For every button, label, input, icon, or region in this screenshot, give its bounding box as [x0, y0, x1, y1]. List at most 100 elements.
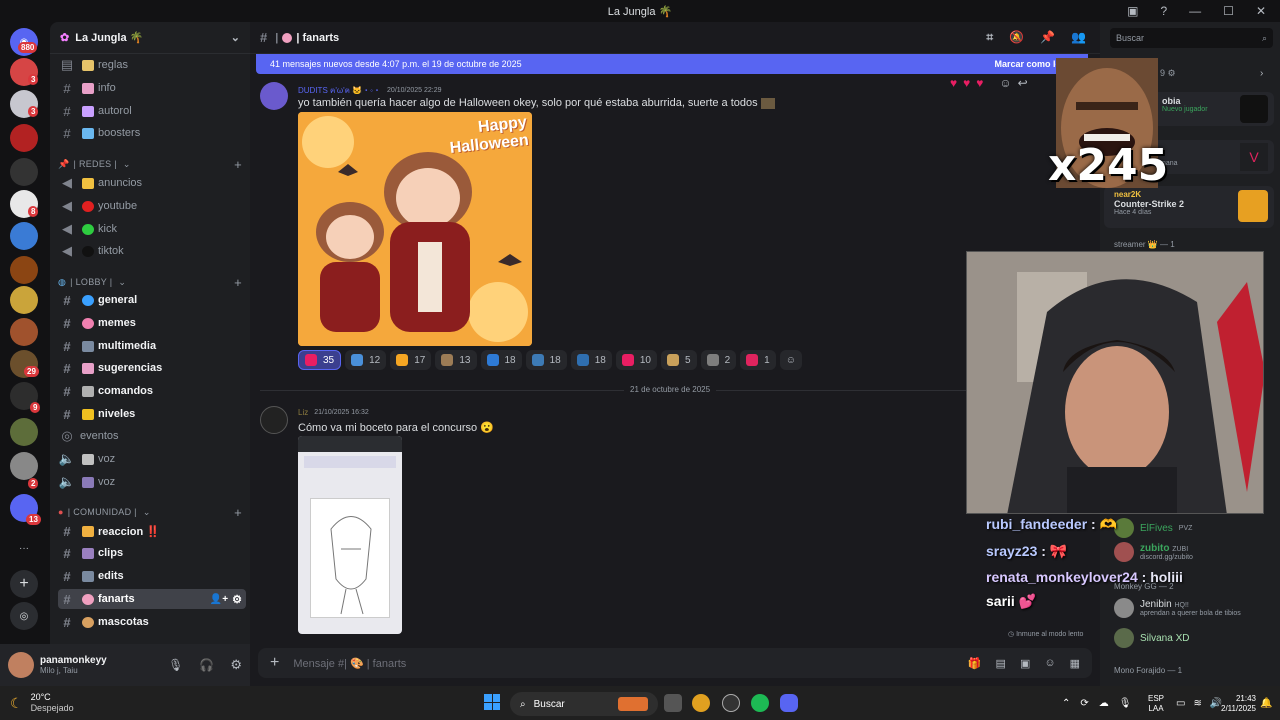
tray-app-icon[interactable]: ☁ [1099, 698, 1109, 709]
chevron-down-icon[interactable]: ⌄ [231, 31, 240, 44]
heart-icon[interactable]: ♥ [963, 76, 970, 90]
category-lobby[interactable]: ◍ | LOBBY | ⌄ + [58, 274, 246, 290]
server-icon[interactable] [10, 452, 38, 480]
channel-kick[interactable]: ◀ kick [58, 219, 246, 239]
server-icon[interactable] [10, 222, 38, 250]
reaction-chip[interactable]: 10 [615, 350, 657, 370]
minimize-button[interactable]: — [1189, 4, 1201, 18]
channel-youtube[interactable]: ◀ youtube [58, 196, 246, 216]
channel-mascotas[interactable]: # mascotas [58, 612, 246, 632]
inbox-icon[interactable]: ▣ [1127, 4, 1138, 18]
voice-channel-2[interactable]: 🔈 voz [58, 472, 246, 492]
channel-fanarts[interactable]: # fanarts 👤+ ⚙ [58, 589, 246, 609]
chevron-right-icon[interactable]: › [1260, 68, 1263, 79]
server-icon[interactable] [10, 286, 38, 314]
add-channel-icon[interactable]: + [234, 505, 242, 520]
reaction-chip[interactable]: 18 [480, 350, 522, 370]
heart-icon[interactable]: ♥ [976, 76, 983, 90]
fanart-image[interactable]: Happy Halloween [298, 112, 532, 346]
channel-memes[interactable]: # memes [58, 313, 246, 333]
attach-plus-icon[interactable]: + [270, 654, 279, 672]
add-reaction-icon[interactable]: ☺ [999, 76, 1011, 90]
add-reaction-icon[interactable]: ☺ [779, 350, 802, 370]
add-channel-icon[interactable]: + [234, 157, 242, 172]
reaction-chip[interactable]: 35 [298, 350, 342, 370]
spotify-icon[interactable] [751, 694, 769, 712]
reaction-chip[interactable]: 12 [345, 350, 387, 370]
category-redes[interactable]: 📌 | REDES | ⌄ + [58, 156, 246, 172]
composer-placeholder[interactable]: Mensaje #| 🎨 | fanarts [293, 657, 406, 670]
reaction-chip[interactable]: 18 [525, 350, 567, 370]
channel-edits[interactable]: # edits [58, 566, 246, 586]
channel-clips[interactable]: # clips [58, 543, 246, 563]
bell-mute-icon[interactable]: 🔕 [1009, 30, 1024, 45]
message-composer[interactable]: + Mensaje #| 🎨 | fanarts 🎁 ▤ ▣ ☺ ▦ [258, 648, 1092, 678]
invite-icon[interactable]: 👤+ [210, 594, 228, 605]
channel-comandos[interactable]: # comandos [58, 381, 246, 401]
member-item[interactable]: ElFives PVZ [1114, 518, 1192, 538]
gif-icon[interactable]: ▤ [996, 657, 1006, 670]
reaction-chip[interactable]: 13 [435, 350, 477, 370]
weather-moon-icon[interactable]: ☾ [10, 695, 23, 712]
channel-multimedia[interactable]: # multimedia [58, 336, 246, 356]
channel-boosters[interactable]: # boosters [58, 123, 246, 143]
heart-icon[interactable]: ♥ [950, 76, 957, 90]
settings-gear-icon[interactable]: ⚙ [230, 657, 242, 673]
server-icon[interactable] [10, 124, 38, 152]
avatar[interactable] [260, 82, 288, 110]
activity-card[interactable]: near2K Counter-Strike 2 Hace 4 días [1104, 186, 1274, 228]
voice-channel-1[interactable]: 🔈 voz [58, 449, 246, 469]
category-comunidad[interactable]: ● | COMUNIDAD | ⌄ + [58, 504, 246, 520]
tray-chevron-icon[interactable]: ⌃ [1062, 698, 1070, 709]
message-author[interactable]: Liz [298, 408, 308, 417]
pin-icon[interactable]: 📌 [1040, 30, 1055, 45]
channel-info[interactable]: # info [58, 78, 246, 98]
avatar[interactable] [8, 652, 34, 678]
member-list-icon[interactable]: 👥 [1071, 30, 1086, 45]
headphones-icon[interactable]: 🎧 [199, 658, 214, 672]
more-icon[interactable]: ··· [10, 534, 38, 562]
channel-general[interactable]: # general [58, 290, 246, 310]
close-button[interactable]: ✕ [1256, 4, 1266, 18]
sticker-icon[interactable]: ▣ [1020, 657, 1030, 670]
help-icon[interactable]: ? [1160, 4, 1167, 18]
file-explorer-icon[interactable] [664, 694, 682, 712]
discover-icon[interactable]: ◎ [10, 602, 38, 630]
message-author[interactable]: DUDITS ฅ'ω'ฅ 🐱・◦・ [298, 84, 381, 97]
emoji-picker-icon[interactable]: ☺ [1044, 657, 1055, 670]
discord-icon[interactable] [780, 694, 798, 712]
add-server-icon[interactable]: + [10, 570, 38, 598]
obs-icon[interactable] [722, 694, 740, 712]
reaction-chip[interactable]: 18 [570, 350, 612, 370]
server-icon[interactable] [10, 256, 38, 284]
start-button[interactable] [484, 694, 500, 710]
guild-header[interactable]: ✿ La Jungla 🌴 ⌄ [50, 22, 250, 54]
chrome-icon[interactable] [692, 694, 710, 712]
apps-icon[interactable]: ▦ [1070, 657, 1080, 670]
channel-reaccion[interactable]: # reaccion ‼️ [58, 521, 246, 541]
member-item[interactable]: zubito ZUBI discord.gg/zubito [1114, 542, 1193, 562]
tray-status[interactable]: ▭ ≋ 🔊 [1176, 698, 1222, 709]
new-messages-bar[interactable]: 41 mensajes nuevos desde 4:07 p.m. el 19… [256, 54, 1088, 74]
reaction-chip[interactable]: 5 [661, 350, 697, 370]
add-channel-icon[interactable]: + [234, 275, 242, 290]
channel-reglas[interactable]: ▤ reglas [58, 55, 246, 75]
reply-icon[interactable]: ↩ [1018, 76, 1028, 90]
channel-anuncios[interactable]: ◀ anuncios [58, 173, 246, 193]
gift-icon[interactable]: 🎁 [968, 657, 982, 670]
server-icon[interactable] [10, 158, 38, 186]
reaction-chip[interactable]: 17 [390, 350, 432, 370]
clock[interactable]: 21:43 2/11/2025 [1220, 694, 1256, 714]
sketch-image[interactable] [298, 436, 402, 634]
member-item[interactable]: Jenibin HQ!! aprendan a querer bola de ti… [1114, 598, 1241, 618]
reaction-chip[interactable]: 1 [740, 350, 776, 370]
avatar[interactable] [260, 406, 288, 434]
gear-icon[interactable]: ⚙ [232, 593, 242, 606]
channel-autorol[interactable]: # autorol [58, 101, 246, 121]
server-icon[interactable] [10, 318, 38, 346]
maximize-button[interactable]: ☐ [1223, 4, 1234, 18]
server-icon[interactable] [10, 418, 38, 446]
channel-niveles[interactable]: # niveles [58, 404, 246, 424]
threads-icon[interactable]: ⌗ [986, 30, 993, 45]
channel-sugerencias[interactable]: # sugerencias [58, 358, 246, 378]
